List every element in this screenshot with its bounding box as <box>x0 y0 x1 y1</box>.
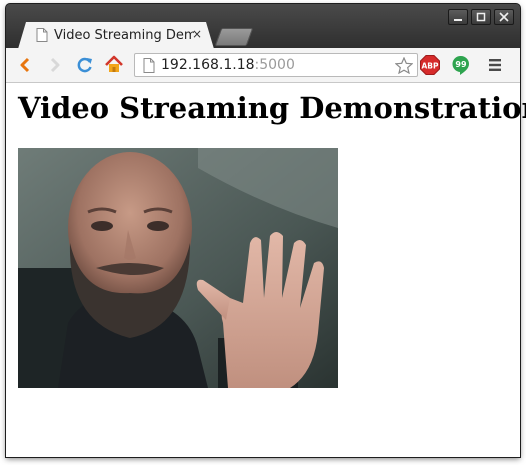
menu-icon[interactable] <box>488 58 502 72</box>
address-bar[interactable]: 192.168.1.18:5000 <box>134 53 418 77</box>
maximize-button[interactable] <box>471 9 491 25</box>
browser-window: Video Streaming Dem × 192.168.1.18:5000 <box>6 4 526 457</box>
page-viewport: Video Streaming Demonstration <box>6 83 526 457</box>
hangouts-icon[interactable]: 99 <box>452 55 470 76</box>
tab-title: Video Streaming Dem <box>54 28 194 43</box>
bookmark-star-icon[interactable] <box>395 57 413 74</box>
page-info-icon <box>143 58 155 73</box>
minimize-icon <box>454 19 462 21</box>
forward-arrow-icon[interactable] <box>48 57 62 73</box>
tab-close-button[interactable]: × <box>192 27 202 41</box>
home-icon[interactable] <box>104 55 124 74</box>
new-tab-button[interactable] <box>214 28 254 46</box>
url-text: 192.168.1.18:5000 <box>161 57 295 73</box>
window-controls <box>448 9 514 25</box>
url-port: :5000 <box>254 57 295 73</box>
toolbar: 192.168.1.18:5000 ABP 99 <box>6 48 520 83</box>
video-stream <box>18 148 338 388</box>
back-arrow-icon[interactable] <box>18 57 32 73</box>
close-window-button[interactable] <box>494 9 514 25</box>
video-stream-frame <box>18 148 338 388</box>
tab-active[interactable]: Video Streaming Dem × <box>18 22 214 49</box>
document-icon <box>36 28 48 42</box>
hangouts-label: 99 <box>455 60 467 69</box>
page-heading: Video Streaming Demonstration <box>18 91 526 125</box>
adblock-plus-icon[interactable]: ABP <box>420 55 440 75</box>
url-host: 192.168.1.18 <box>161 57 255 73</box>
maximize-icon <box>476 12 486 22</box>
reload-icon[interactable] <box>76 56 94 74</box>
title-bar: Video Streaming Dem × <box>6 4 520 48</box>
minimize-button[interactable] <box>448 9 468 25</box>
abp-label: ABP <box>421 62 439 71</box>
close-icon <box>499 12 509 22</box>
